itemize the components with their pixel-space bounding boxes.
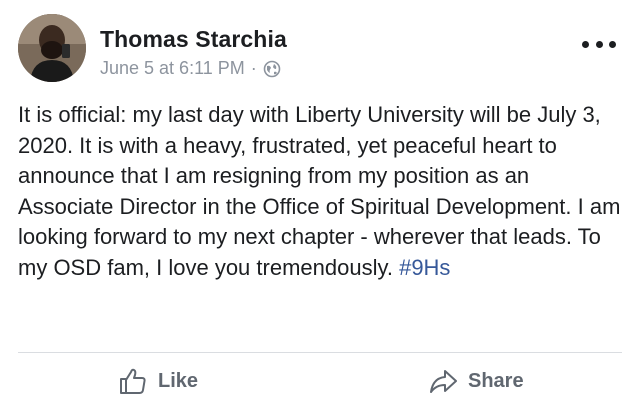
post-header: Thomas Starchia June 5 at 6:11 PM ·: [18, 14, 622, 84]
action-divider: [18, 352, 622, 353]
author-name[interactable]: Thomas Starchia: [100, 26, 287, 53]
post-timestamp[interactable]: June 5 at 6:11 PM: [100, 58, 245, 79]
avatar[interactable]: [18, 14, 86, 82]
like-button[interactable]: Like: [118, 366, 198, 396]
post-body: It is official: my last day with Liberty…: [18, 100, 626, 283]
share-arrow-icon: [430, 370, 457, 393]
meta-separator: ·: [250, 58, 257, 78]
facebook-post: Thomas Starchia June 5 at 6:11 PM · It i…: [0, 0, 640, 412]
globe-icon: [263, 60, 281, 78]
more-options-icon[interactable]: [582, 38, 616, 50]
avatar-image: [18, 14, 86, 82]
like-label: Like: [158, 369, 199, 392]
post-actions: Like Share: [0, 358, 640, 408]
thumbs-up-icon: [120, 368, 146, 394]
share-button[interactable]: Share: [428, 366, 524, 396]
share-label: Share: [468, 369, 524, 392]
hashtag-link[interactable]: #9Hs: [399, 255, 450, 280]
post-meta: June 5 at 6:11 PM ·: [100, 58, 281, 79]
post-body-text: It is official: my last day with Liberty…: [18, 102, 621, 280]
